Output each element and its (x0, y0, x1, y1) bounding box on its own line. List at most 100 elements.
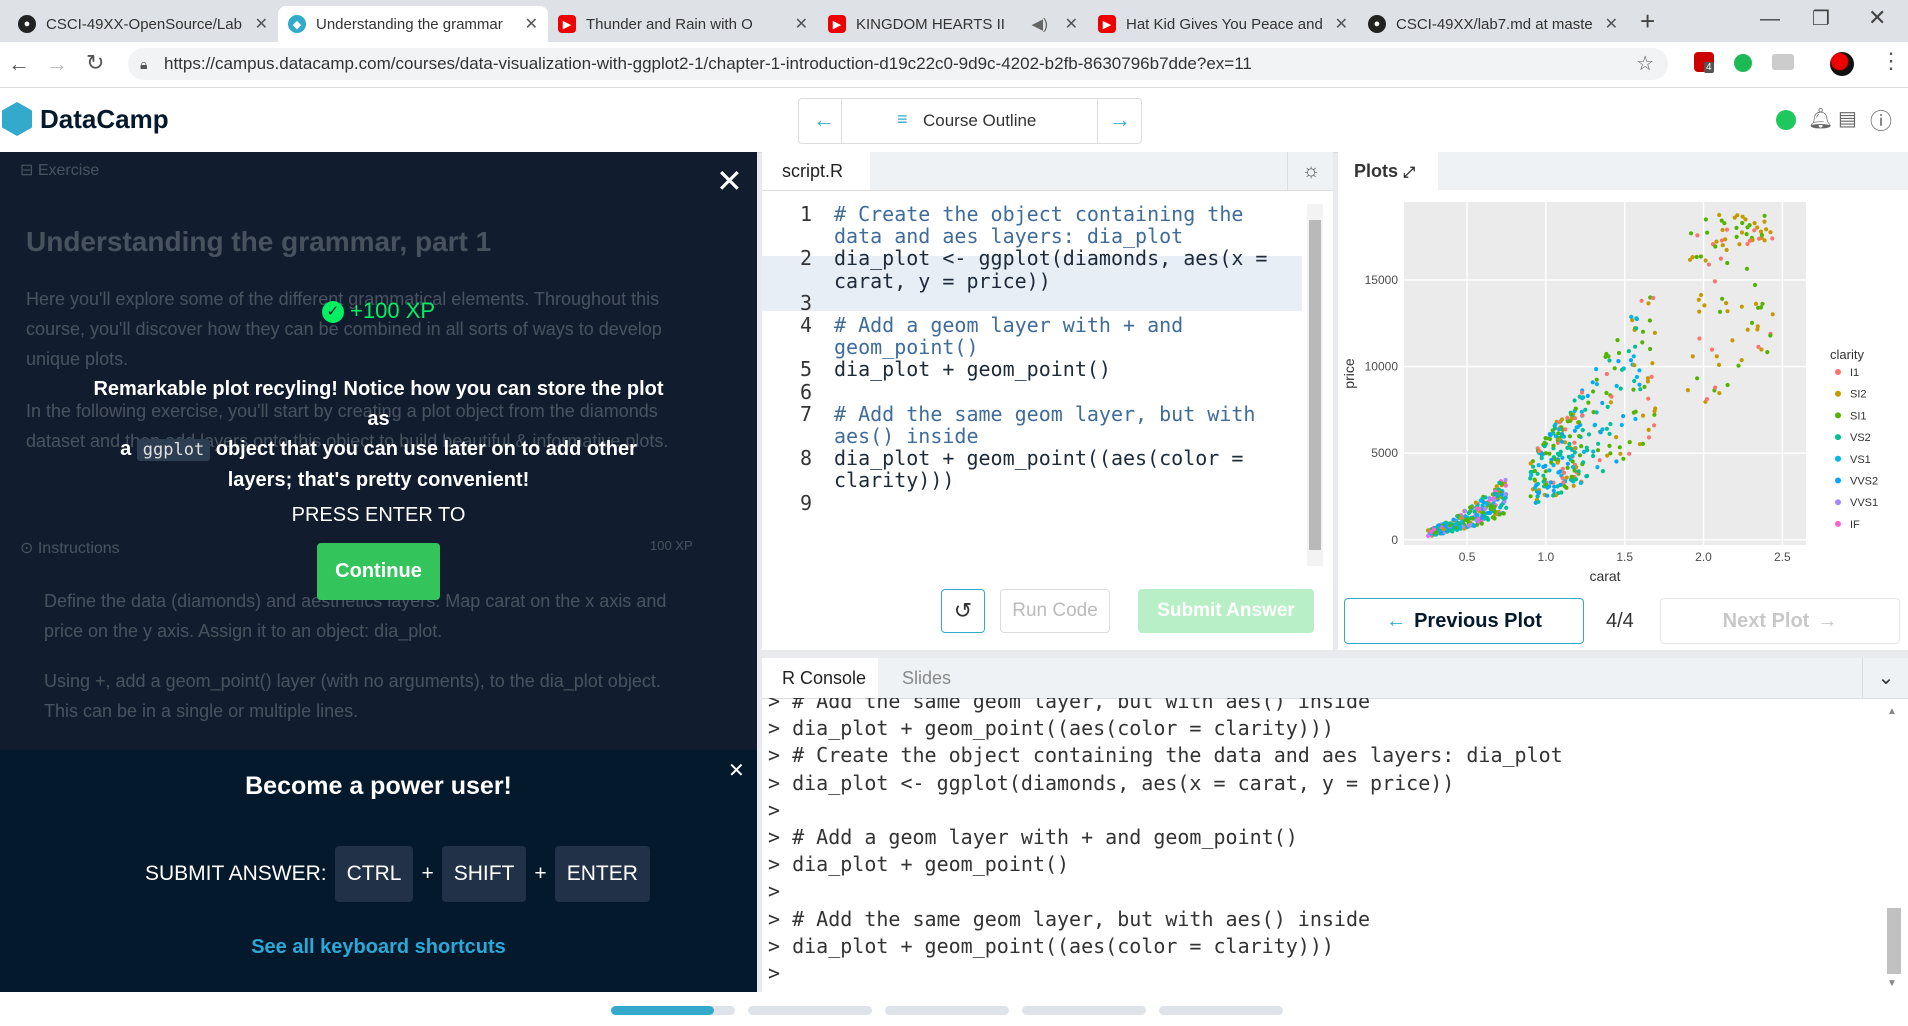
r-console-tab[interactable]: R Console (762, 658, 878, 698)
data-point (1458, 515, 1463, 521)
run-code-button[interactable]: Run Code (1000, 589, 1110, 633)
extension-icon[interactable] (1772, 54, 1794, 70)
browser-tab[interactable]: ● CSCI-49XX-OpenSource/Lab ✕ (8, 6, 278, 42)
data-point (1448, 528, 1453, 533)
close-tab-icon[interactable]: ✕ (1065, 14, 1078, 34)
data-point (1551, 488, 1556, 493)
mute-icon[interactable]: ◀) (1031, 15, 1048, 33)
close-tab-icon[interactable]: ✕ (795, 14, 808, 34)
back-icon[interactable]: ← (8, 51, 30, 77)
close-feedback-icon[interactable]: ✕ (716, 162, 743, 200)
help-icon[interactable]: ⓘ (1870, 104, 1892, 136)
submit-answer-button[interactable]: Submit Answer (1138, 589, 1314, 633)
close-tab-icon[interactable]: ✕ (525, 14, 538, 34)
datacamp-header: DataCamp ← ≡ Course Outline → 🔔︎ ▤ ⓘ (0, 88, 1908, 153)
arrow-right-icon: → (1817, 609, 1838, 632)
minimize-icon[interactable]: — (1760, 8, 1780, 31)
progress-segment[interactable] (1022, 1006, 1146, 1015)
data-point (1713, 385, 1718, 390)
code-line: aes() inside (762, 424, 1302, 448)
data-point (1713, 244, 1718, 249)
logo-text[interactable]: DataCamp (40, 104, 169, 135)
url-field[interactable]: 🔒︎ https://campus.datacamp.com/courses/d… (128, 48, 1668, 80)
browser-tab[interactable]: ▶ Thunder and Rain with O ✕ (548, 6, 818, 42)
slides-pdf-icon[interactable]: ▤ (1838, 106, 1857, 131)
course-outline-button[interactable]: Course Outline (923, 111, 1036, 131)
reload-icon[interactable]: ↻ (86, 50, 104, 76)
tab-title: KINGDOM HEARTS II (856, 15, 1005, 33)
notification-bell-icon[interactable]: 🔔︎ (1808, 106, 1833, 131)
data-point (1594, 382, 1599, 387)
code-area[interactable]: 1 # Create the object containing the data … (762, 192, 1302, 722)
bookmark-star-icon[interactable]: ☆ (1636, 48, 1654, 80)
close-window-icon[interactable]: ✕ (1868, 5, 1886, 31)
data-point (1739, 358, 1744, 363)
profile-avatar[interactable] (1830, 52, 1854, 76)
data-point (1597, 458, 1602, 463)
forward-icon[interactable]: → (46, 51, 68, 77)
close-tab-icon[interactable]: ✕ (1605, 14, 1618, 34)
console-output[interactable]: > # Add the same geom layer, but with ae… (762, 698, 1877, 992)
data-point (1572, 440, 1577, 445)
plots-tab[interactable]: Plots ⤢ (1338, 152, 1438, 190)
browser-tab[interactable]: ▶ KINGDOM HEARTS II ◀) ✕ (818, 6, 1088, 42)
code-line: geom_point() (762, 335, 1302, 359)
keyboard-shortcuts-link[interactable]: See all keyboard shortcuts (0, 936, 757, 959)
editor-scrollbar[interactable] (1307, 204, 1323, 566)
ublock-extension-icon[interactable]: 4 (1694, 52, 1714, 73)
script-tab[interactable]: script.R (762, 152, 870, 190)
data-point (1434, 530, 1439, 535)
data-point (1631, 387, 1636, 392)
data-point (1487, 496, 1492, 501)
editor-settings-icon[interactable]: ☼ (1287, 152, 1334, 190)
exercise-icon: ⊟ (20, 162, 38, 179)
next-exercise-icon[interactable]: → (1109, 107, 1131, 133)
data-point (1592, 423, 1597, 428)
slides-tab[interactable]: Slides (902, 658, 951, 698)
browser-tab[interactable]: ● CSCI-49XX/lab7.md at maste ✕ (1358, 6, 1628, 42)
data-point (1730, 338, 1735, 343)
progress-segment[interactable] (748, 1006, 872, 1015)
console-scrollbar[interactable]: ▲ ▼ (1885, 702, 1903, 992)
exercise-tab-label: Exercise (37, 162, 100, 179)
data-point (1649, 374, 1654, 379)
progress-segment[interactable] (885, 1006, 1009, 1015)
expand-icon[interactable]: ⤢ (1403, 164, 1415, 181)
prev-exercise-icon[interactable]: ← (813, 107, 835, 133)
data-point (1614, 459, 1619, 464)
browser-menu-icon[interactable]: ⋮ (1880, 48, 1902, 74)
close-tab-icon[interactable]: ✕ (255, 14, 268, 34)
browser-tab-active[interactable]: ◆ Understanding the grammar ✕ (278, 6, 548, 42)
data-point (1501, 511, 1506, 516)
scroll-up-icon[interactable]: ▲ (1887, 706, 1897, 717)
data-point (1637, 368, 1642, 373)
green-extension-icon[interactable] (1734, 54, 1752, 72)
data-point (1591, 449, 1596, 454)
restore-icon[interactable]: ❐ (1812, 6, 1830, 31)
data-point (1739, 230, 1745, 235)
scrollbar-thumb[interactable] (1309, 220, 1321, 550)
next-plot-button[interactable]: Next Plot → (1660, 598, 1900, 644)
line-number: 5 (799, 357, 812, 382)
continue-button[interactable]: Continue (317, 543, 440, 600)
menu-icon: ≡ (897, 109, 908, 129)
x-tick-label: 0.5 (1459, 550, 1476, 564)
progress-segment[interactable] (611, 1006, 735, 1015)
data-point (1647, 318, 1652, 323)
plus-sign: + (534, 862, 547, 885)
new-tab-icon[interactable]: + (1640, 6, 1655, 37)
data-point (1744, 266, 1750, 271)
data-point (1718, 256, 1723, 261)
browser-tab[interactable]: ▶ Hat Kid Gives You Peace and ✕ (1088, 6, 1358, 42)
reset-icon[interactable]: ↺ (941, 589, 985, 633)
data-point (1600, 400, 1605, 406)
scroll-down-icon[interactable]: ▼ (1887, 978, 1897, 989)
collapse-console-icon[interactable]: ⌄ (1862, 658, 1908, 698)
progress-segment[interactable] (1159, 1006, 1283, 1015)
plots-tab-label: Plots (1354, 161, 1399, 181)
close-tab-icon[interactable]: ✕ (1335, 14, 1348, 34)
data-point (1604, 426, 1609, 431)
data-point (1724, 227, 1730, 232)
previous-plot-button[interactable]: ← Previous Plot (1344, 598, 1584, 644)
scrollbar-thumb[interactable] (1887, 908, 1901, 974)
